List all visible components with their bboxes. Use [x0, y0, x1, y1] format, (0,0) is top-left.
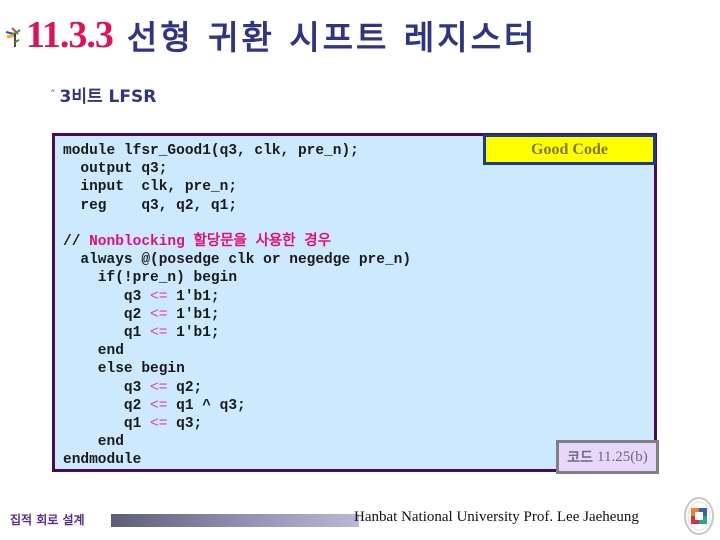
code-text: end [63, 343, 124, 360]
code-caption: 코드 11.25(b) [556, 440, 659, 474]
code-line: input clk, pre_n; [63, 179, 237, 195]
code-text: q3 [63, 288, 151, 305]
nonblocking-operator: <= [150, 397, 168, 414]
code-text: // [63, 234, 90, 251]
code-text: 1'b1; [167, 325, 220, 342]
code-text: q1 [63, 325, 151, 342]
code-line: always @(posedge clk or negedge pre_n) [63, 252, 411, 268]
code-text: 1'b1; [167, 288, 220, 305]
code-line: // Nonblocking 할당문을 사용한 경우 [63, 234, 331, 250]
subtitle-text: 3비트 LFSR [59, 87, 157, 107]
subtitle: ˄ 3비트 LFSR [50, 82, 156, 107]
code-text: input clk, pre_n; [63, 179, 238, 196]
code-text: reg q3, q2, q1; [63, 197, 238, 214]
section-title: 선형 귀환 시프트 레지스터 [126, 18, 538, 57]
code-text: else begin [63, 361, 185, 378]
verilog-code: module lfsr_Good1(q3, clk, pre_n); outpu… [63, 142, 411, 470]
nonblocking-operator: <= [150, 325, 168, 342]
nonblocking-operator: <= [150, 306, 168, 323]
decorative-logo-icon [5, 27, 21, 47]
code-text: q2; [167, 379, 203, 396]
code-text: 1'b1; [167, 306, 220, 323]
footer-gradient-bar [111, 514, 359, 527]
code-line: if(!pre_n) begin [63, 270, 237, 286]
code-text: endmodule [63, 452, 142, 469]
section-number: 11.3.3 [26, 14, 114, 56]
code-line: q3 <= 1'b1; [63, 289, 220, 305]
code-line: module lfsr_Good1(q3, clk, pre_n); [63, 143, 359, 159]
code-line: output q3; [63, 161, 167, 177]
code-caption-prefix: 코드 [567, 450, 594, 466]
code-text: q2 [63, 306, 151, 323]
slide-title: 11.3.3 선형 귀환 시프트 레지스터 [4, 10, 537, 60]
code-line: q1 <= 1'b1; [63, 325, 220, 341]
code-text: q3; [167, 416, 203, 433]
code-text: end [63, 434, 124, 451]
code-text: q2 [63, 397, 151, 414]
code-line: end [63, 434, 124, 450]
code-comment: Nonblocking 할당문을 사용한 경우 [89, 234, 331, 251]
code-line: q3 <= q2; [63, 380, 202, 396]
university-emblem-icon [684, 497, 714, 535]
code-text: if(!pre_n) begin [63, 270, 238, 287]
footer-credit: Hanbat National University Prof. Lee Jae… [354, 509, 639, 525]
code-text: q3 [63, 379, 151, 396]
code-line: q1 <= q3; [63, 416, 202, 432]
arrow-up-bullet-icon: ˄ [50, 88, 56, 101]
code-box: module lfsr_Good1(q3, clk, pre_n); outpu… [52, 133, 657, 472]
code-text: always @(posedge clk or negedge pre_n) [63, 252, 412, 269]
code-line: reg q3, q2, q1; [63, 198, 237, 214]
code-text: module lfsr_Good1(q3, clk, pre_n); [63, 143, 359, 159]
code-line: end [63, 343, 124, 359]
nonblocking-operator: <= [150, 288, 168, 305]
code-line: q2 <= 1'b1; [63, 307, 220, 323]
code-caption-number: 11.25(b) [597, 448, 648, 465]
good-code-label: Good Code [531, 140, 608, 158]
code-line: else begin [63, 361, 185, 377]
nonblocking-operator: <= [150, 379, 168, 396]
code-line: q2 <= q1 ^ q3; [63, 398, 246, 414]
code-line: endmodule [63, 452, 141, 468]
code-text: q1 ^ q3; [167, 397, 246, 414]
nonblocking-operator: <= [150, 416, 168, 433]
good-code-badge: Good Code [483, 134, 656, 165]
code-text: q1 [63, 416, 151, 433]
code-text: output q3; [63, 161, 168, 178]
footer-course-title: 집적 회로 설계 [10, 513, 85, 527]
